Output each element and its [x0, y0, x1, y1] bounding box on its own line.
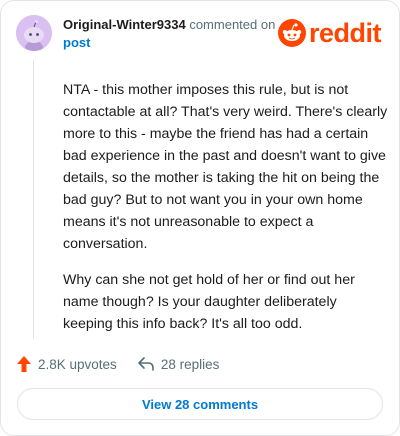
upvote-count: 2.8K upvotes: [38, 356, 117, 372]
user-avatar[interactable]: [16, 15, 52, 51]
comment-action-text: commented on: [189, 17, 276, 32]
reddit-wordmark: reddit: [309, 18, 382, 48]
comment-header: Original-Winter9334 commented on: [63, 16, 275, 33]
comment-actions: 2.8K upvotes 28 replies: [16, 355, 219, 373]
reply-arrow-icon: [138, 357, 154, 371]
comment-card: Original-Winter9334 commented on post re…: [0, 0, 400, 436]
post-link[interactable]: post: [63, 34, 90, 51]
comment-paragraph: NTA - this mother imposes this rule, but…: [63, 82, 388, 252]
replies-button[interactable]: 28 replies: [137, 356, 220, 372]
comment-paragraph: Why can she not get hold of her or find …: [63, 272, 355, 332]
reddit-snoo-icon: [278, 19, 306, 47]
upvote-button[interactable]: 2.8K upvotes: [16, 355, 117, 373]
upvote-arrow-icon: [17, 356, 31, 372]
snoo-avatar-icon: [16, 15, 52, 51]
view-comments-button[interactable]: View 28 comments: [17, 388, 383, 420]
reddit-logo[interactable]: reddit: [278, 18, 382, 48]
comment-body: NTA - this mother imposes this rule, but…: [63, 79, 389, 349]
thread-line: [33, 59, 34, 339]
username[interactable]: Original-Winter9334: [63, 17, 186, 32]
reply-count: 28 replies: [160, 356, 220, 372]
view-comments-label: View 28 comments: [141, 396, 259, 412]
